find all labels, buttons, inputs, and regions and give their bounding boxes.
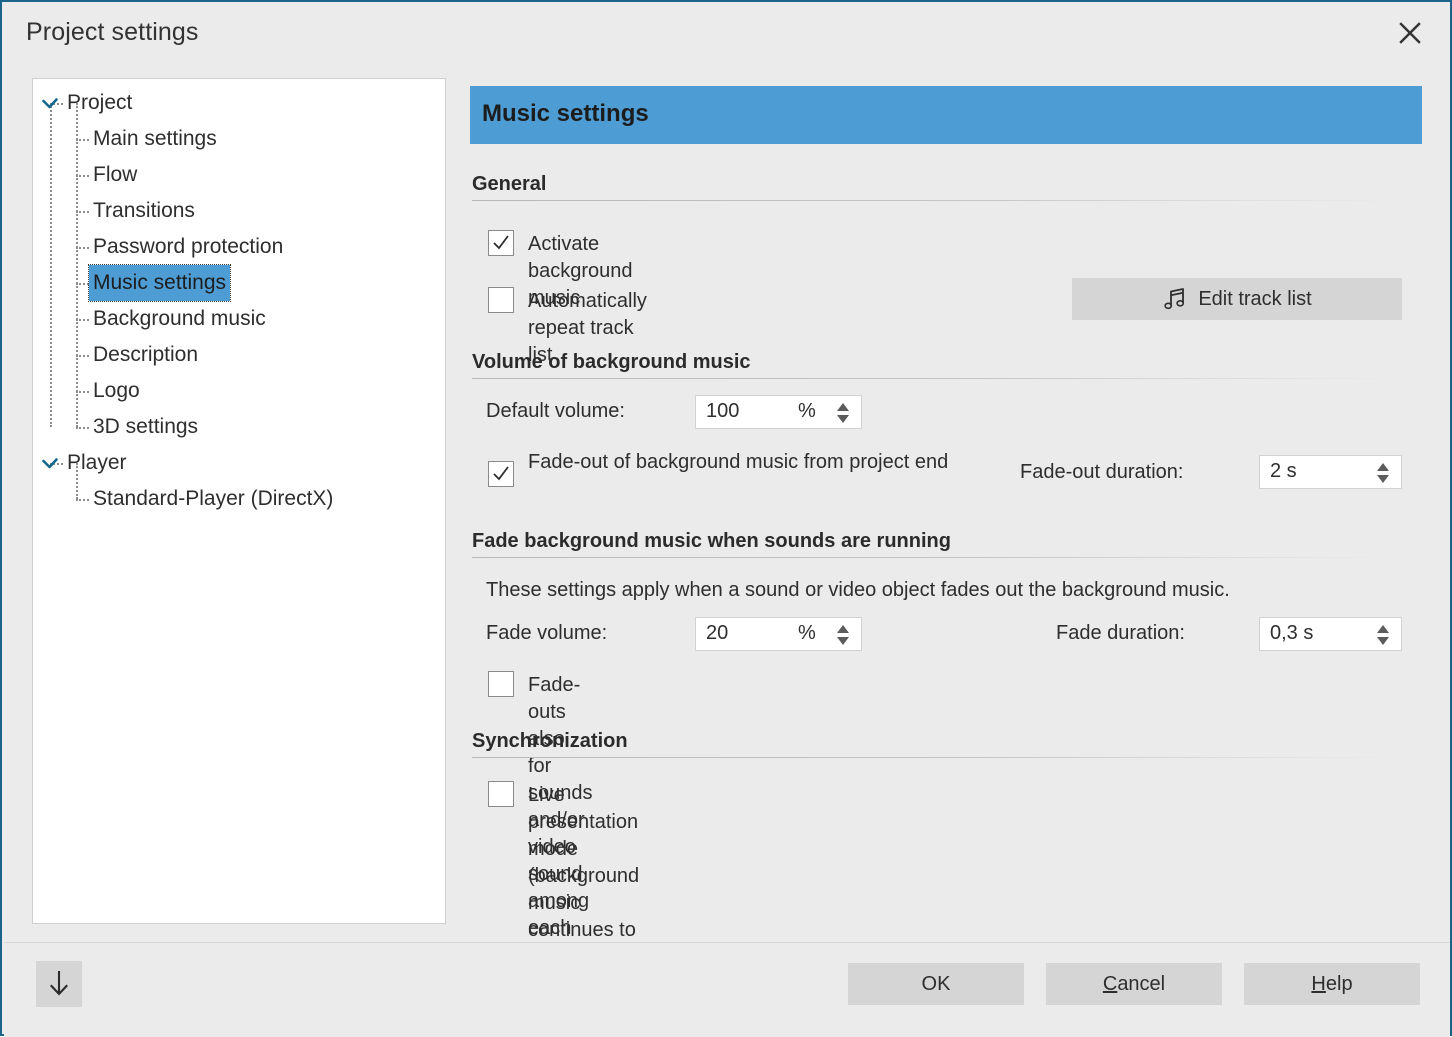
dialog-footer: OK Cancel Help <box>4 942 1450 1037</box>
tree-connector-elbow <box>76 355 89 357</box>
spinner-arrows-icon <box>834 400 852 426</box>
music-note-icon <box>1162 286 1188 312</box>
ok-button[interactable]: OK <box>848 963 1024 1005</box>
section-divider-fade <box>472 557 1402 558</box>
section-heading-synchronization: Synchronization <box>472 730 628 753</box>
tree-item-label: 3D settings <box>89 409 202 445</box>
edit-track-list-label: Edit track list <box>1198 288 1311 311</box>
tree-item-label: Project <box>63 85 136 121</box>
tree-item-flow[interactable]: Flow <box>33 157 445 193</box>
page-title: Music settings <box>482 100 649 128</box>
tree-connector-elbow <box>76 391 89 393</box>
arrow-down-icon[interactable] <box>36 961 82 1007</box>
tree-connector-elbow <box>76 427 89 429</box>
section-heading-general: General <box>472 173 546 196</box>
settings-tree[interactable]: ProjectMain settingsFlowTransitionsPassw… <box>32 78 446 924</box>
help-button-label: elp <box>1326 973 1353 995</box>
fade-volume-value: 20 <box>706 622 728 645</box>
tree-item-logo[interactable]: Logo <box>33 373 445 409</box>
tree-item-label: Description <box>89 337 202 373</box>
help-button-accel: H <box>1311 973 1325 995</box>
tree-item-transitions[interactable]: Transitions <box>33 193 445 229</box>
tree-item-music-settings[interactable]: Music settings <box>33 265 445 301</box>
spinner-arrows-icon <box>1374 460 1392 486</box>
tree-item-main-settings[interactable]: Main settings <box>33 121 445 157</box>
tree-item-label: Flow <box>89 157 141 193</box>
tree-item-label: Background music <box>89 301 270 337</box>
tree-item-player[interactable]: Player <box>33 445 445 481</box>
live-presentation-mode-checkbox[interactable] <box>488 781 514 807</box>
check-icon <box>492 465 510 483</box>
fade-volume-stepper[interactable] <box>834 622 852 648</box>
section-heading-volume: Volume of background music <box>472 351 751 374</box>
tree-item-label: Main settings <box>89 121 221 157</box>
dialog-titlebar: Project settings <box>4 4 1450 62</box>
fade-out-duration-value: 2 s <box>1270 460 1297 483</box>
fade-out-duration-spinner[interactable]: 2 s <box>1259 455 1402 489</box>
default-volume-value: 100 <box>706 400 739 423</box>
settings-content-panel: Music settings General Activate backgrou… <box>470 78 1422 924</box>
tree-item-label: Music settings <box>89 265 230 301</box>
tree-connector-elbow <box>76 247 89 249</box>
tree-item-project[interactable]: Project <box>33 85 445 121</box>
tree-item-label: Player <box>63 445 131 481</box>
panel-header: Music settings <box>470 86 1422 144</box>
spinner-arrows-icon <box>834 622 852 648</box>
edit-track-list-button[interactable]: Edit track list <box>1072 278 1402 320</box>
tree-item-description[interactable]: Description <box>33 337 445 373</box>
fade-duration-stepper[interactable] <box>1374 622 1392 648</box>
default-volume-label: Default volume: <box>486 400 625 423</box>
section-divider-volume <box>472 378 1402 379</box>
fade-out-project-end-checkbox[interactable] <box>488 461 514 487</box>
tree-item-label: Transitions <box>89 193 199 229</box>
tree-item-label: Password protection <box>89 229 287 265</box>
fade-duration-spinner[interactable]: 0,3 s <box>1259 617 1402 651</box>
fade-duration-label: Fade duration: <box>1056 622 1185 645</box>
edit-track-list-button-inner: Edit track list <box>1072 278 1402 320</box>
tree-connector-elbow <box>76 319 89 321</box>
fade-outs-among-each-other-checkbox[interactable] <box>488 671 514 697</box>
tree-connector-elbow <box>76 211 89 213</box>
section-divider-synchronization <box>472 757 1402 758</box>
tree-item-background-music[interactable]: Background music <box>33 301 445 337</box>
chevron-down-icon[interactable] <box>41 445 59 481</box>
tree-item-standard-player-directx[interactable]: Standard-Player (DirectX) <box>33 481 445 517</box>
close-icon[interactable] <box>1370 4 1450 62</box>
tree-item-3d-settings[interactable]: 3D settings <box>33 409 445 445</box>
help-button[interactable]: Help <box>1244 963 1420 1005</box>
fade-out-duration-label: Fade-out duration: <box>1020 461 1183 484</box>
activate-background-music-checkbox[interactable] <box>488 230 514 256</box>
fade-duration-value: 0,3 s <box>1270 622 1313 645</box>
fade-volume-spinner[interactable]: 20 % <box>695 617 862 651</box>
default-volume-unit: % <box>798 400 816 423</box>
tree-item-label: Standard-Player (DirectX) <box>89 481 337 517</box>
cancel-button[interactable]: Cancel <box>1046 963 1222 1005</box>
cancel-button-label: ancel <box>1117 973 1165 995</box>
cancel-button-accel: C <box>1103 973 1117 995</box>
default-volume-spinner[interactable]: 100 % <box>695 395 862 429</box>
project-settings-dialog: Project settings ProjectMain settingsFlo… <box>0 0 1452 1036</box>
fade-section-description: These settings apply when a sound or vid… <box>486 579 1230 602</box>
section-heading-fade: Fade background music when sounds are ru… <box>472 530 951 553</box>
section-divider-general <box>472 200 1402 201</box>
tree-item-label: Logo <box>89 373 144 409</box>
auto-repeat-track-list-checkbox[interactable] <box>488 287 514 313</box>
default-volume-stepper[interactable] <box>834 400 852 426</box>
check-icon <box>492 234 510 252</box>
tree-item-password-protection[interactable]: Password protection <box>33 229 445 265</box>
tree-connector-elbow <box>76 139 89 141</box>
spinner-arrows-icon <box>1374 622 1392 648</box>
tree-connector-elbow <box>76 499 89 501</box>
tree-connector-elbow <box>76 283 89 285</box>
dialog-title: Project settings <box>26 18 199 47</box>
fade-volume-label: Fade volume: <box>486 622 607 645</box>
fade-out-project-end-label: Fade-out of background music from projec… <box>528 449 978 476</box>
tree-connector-elbow <box>76 175 89 177</box>
fade-volume-unit: % <box>798 622 816 645</box>
chevron-down-icon[interactable] <box>41 85 59 121</box>
ok-button-label: OK <box>922 973 951 995</box>
fade-out-duration-stepper[interactable] <box>1374 460 1392 486</box>
